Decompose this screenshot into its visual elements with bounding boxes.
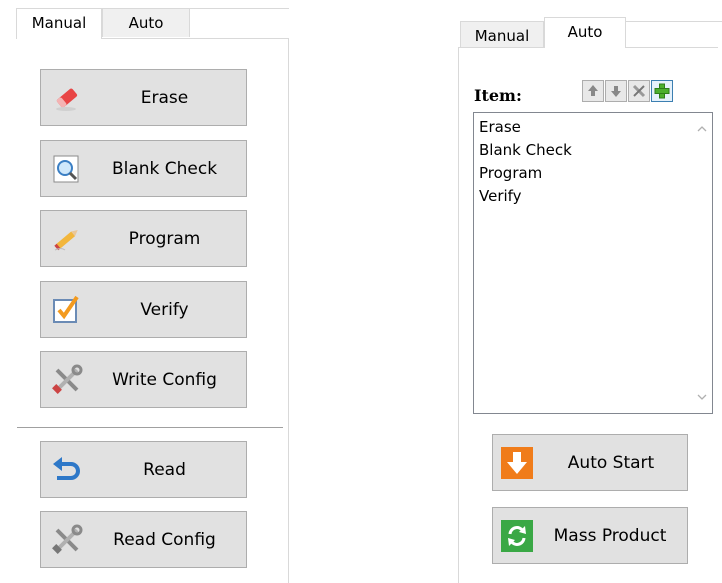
tools-icon — [52, 524, 83, 554]
auto-start-button[interactable]: Auto Start — [492, 434, 688, 491]
magnifier-icon — [53, 155, 79, 182]
list-item[interactable]: Erase — [474, 116, 712, 139]
list-item[interactable]: Verify — [474, 185, 712, 208]
erase-button[interactable]: Erase — [40, 69, 247, 126]
blank-check-button[interactable]: Blank Check — [40, 140, 247, 197]
move-down-icon — [611, 86, 621, 97]
blank-check-label: Blank Check — [111, 158, 218, 179]
remove-icon — [632, 84, 646, 98]
add-icon — [654, 83, 670, 99]
separator — [17, 427, 283, 428]
mass-product-button[interactable]: Mass Product — [492, 507, 688, 564]
add-button[interactable] — [651, 80, 673, 102]
move-up-button[interactable] — [582, 80, 604, 102]
tab-auto[interactable]: Auto — [102, 8, 190, 37]
tools-icon — [52, 364, 83, 394]
auto-start-label: Auto Start — [567, 452, 655, 473]
scroll-up-icon[interactable] — [696, 123, 708, 135]
download-arrow-icon — [501, 446, 533, 479]
verify-button[interactable]: Verify — [40, 281, 247, 338]
tab-manual[interactable]: Manual — [16, 8, 102, 39]
refresh-icon — [501, 519, 533, 552]
program-label: Program — [128, 228, 201, 249]
item-list[interactable]: Erase Blank Check Program Verify — [473, 112, 713, 414]
mass-product-label: Mass Product — [553, 525, 667, 546]
read-config-label: Read Config — [113, 529, 216, 550]
erase-label: Erase — [140, 87, 189, 108]
verify-label: Verify — [140, 299, 189, 320]
undo-arrow-icon — [53, 456, 80, 480]
scroll-down-icon[interactable] — [696, 391, 708, 403]
read-button[interactable]: Read — [40, 441, 247, 498]
tab-auto[interactable]: Auto — [544, 17, 626, 48]
program-button[interactable]: Program — [40, 210, 247, 267]
write-config-button[interactable]: Write Config — [40, 351, 247, 408]
read-config-button[interactable]: Read Config — [40, 511, 247, 568]
item-toolbar — [582, 80, 678, 102]
write-config-label: Write Config — [112, 369, 217, 390]
move-down-button[interactable] — [605, 80, 627, 102]
list-item[interactable]: Blank Check — [474, 139, 712, 162]
eraser-icon — [56, 88, 78, 111]
list-item[interactable]: Program — [474, 162, 712, 185]
remove-button[interactable] — [628, 80, 650, 102]
tab-manual[interactable]: Manual — [460, 21, 544, 48]
pencil-icon — [54, 229, 78, 250]
read-label: Read — [143, 459, 186, 480]
manual-tabbar: Manual Auto — [16, 8, 286, 39]
move-up-icon — [588, 85, 598, 96]
item-label: Item: — [474, 86, 522, 105]
checkbox-icon — [53, 295, 79, 323]
